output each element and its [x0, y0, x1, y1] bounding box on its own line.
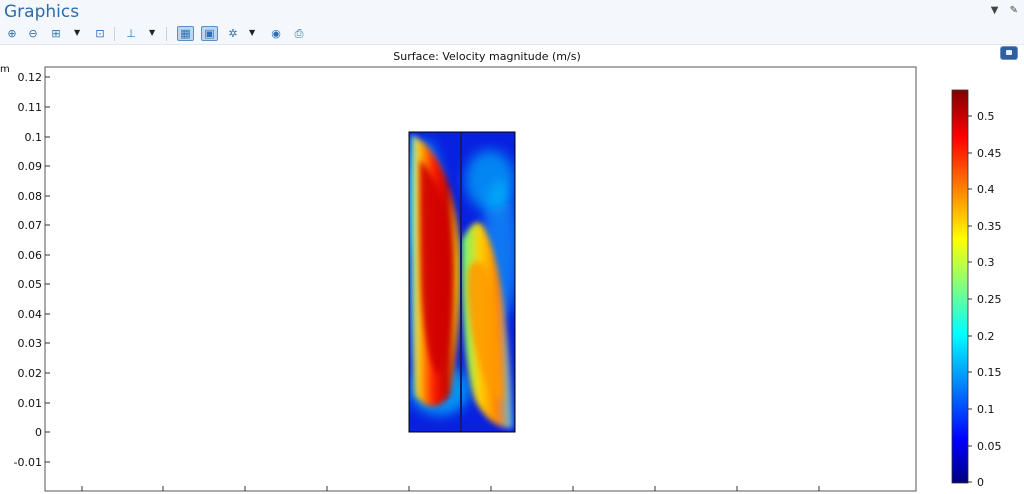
colorbar-tick: 0.25: [968, 293, 1002, 306]
colorbar-tick: 0.3: [968, 256, 995, 269]
velocity-surface: [409, 132, 515, 432]
y-tick-label: 0.11: [18, 101, 43, 114]
colorbar-tick-label: 0: [977, 476, 984, 489]
colorbar-tick-label: 0.5: [977, 110, 995, 123]
y-tick-label: 0.02: [18, 367, 43, 380]
y-tick-label: 0.05: [18, 278, 43, 291]
colorbar-tick-label: 0.05: [977, 440, 1002, 453]
colorbar: 0.5 0.45 0.4 0.35 0.3 0.25 0.2 0.15 0.1 …: [951, 89, 1002, 489]
y-tick-label: 0: [35, 426, 42, 439]
y-tick-label: 0.07: [18, 219, 43, 232]
graphics-canvas[interactable]: 0.12 0.11 0.1 0.09 0.08 0.07 0.06 0.05 0…: [0, 0, 1024, 494]
colorbar-tick-label: 0.15: [977, 366, 1002, 379]
y-tick-label: 0.1: [25, 131, 43, 144]
colorbar-tick: 0.45: [968, 147, 1002, 160]
y-tick-label: 0.03: [18, 337, 43, 350]
y-tick-label: 0.04: [18, 308, 43, 321]
colorbar-tick: 0.4: [968, 183, 995, 196]
colorbar-tick-label: 0.4: [977, 183, 995, 196]
colorbar-tick: 0.35: [968, 220, 1002, 233]
colorbar-gradient: [951, 89, 969, 484]
colorbar-tick: 0.15: [968, 366, 1002, 379]
colorbar-tick-label: 0.1: [977, 403, 995, 416]
y-tick-label: 0.09: [18, 160, 43, 173]
colorbar-tick-label: 0.2: [977, 330, 995, 343]
colorbar-tick-label: 0.3: [977, 256, 995, 269]
y-tick-label: -0.01: [14, 456, 42, 469]
colorbar-tick-label: 0.25: [977, 293, 1002, 306]
y-tick-label: 0.06: [18, 249, 43, 262]
colorbar-tick: 0: [968, 476, 984, 489]
colorbar-tick: 0.1: [968, 403, 995, 416]
colorbar-tick-label: 0.35: [977, 220, 1002, 233]
y-tick-label: 0.01: [18, 397, 43, 410]
y-tick-label: 0.12: [18, 71, 43, 84]
colorbar-tick: 0.05: [968, 440, 1002, 453]
colorbar-tick-label: 0.45: [977, 147, 1002, 160]
colorbar-tick: 0.5: [968, 110, 995, 123]
y-tick-label: 0.08: [18, 190, 43, 203]
colorbar-tick: 0.2: [968, 330, 995, 343]
